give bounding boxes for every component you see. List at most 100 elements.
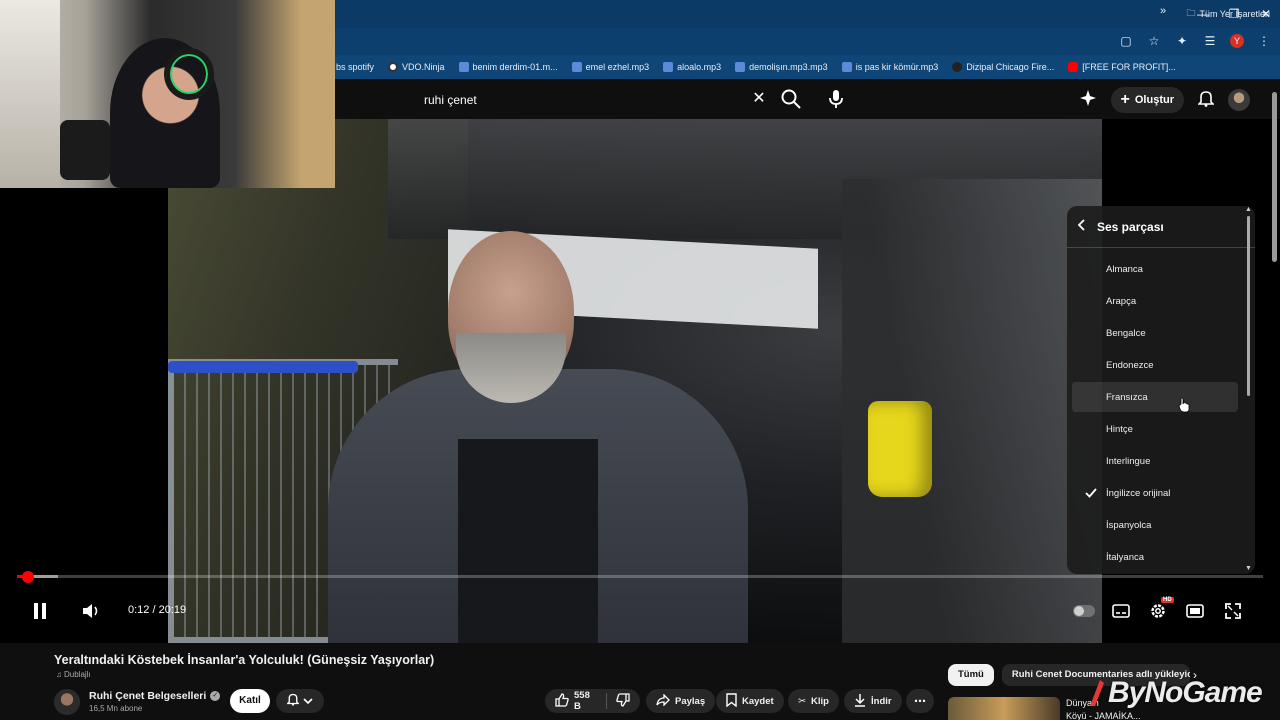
menu-scroll-up-icon[interactable]: ▲ [1245,206,1252,213]
bookmark-item[interactable]: is pas kir kömür.mp3 [841,62,938,72]
download-icon [854,693,866,710]
bookmarks-overflow-button[interactable]: » [1160,5,1166,17]
audio-track-option[interactable]: İspanyolca [1072,510,1238,540]
thumbs-down-icon [616,692,630,710]
cart-handle [168,361,358,373]
theater-mode-icon[interactable] [1182,598,1208,624]
like-button[interactable]: 558 B [555,690,597,712]
clip-button[interactable]: ✂ Klip [788,689,839,713]
hd-badge: HD [1161,597,1174,603]
menu-header[interactable]: Ses parçası [1067,206,1255,248]
dropbox-icon [735,62,746,72]
clear-search-icon[interactable]: ✕ [749,89,769,109]
man-shirt [458,439,598,643]
bynogame-logo-icon [1090,680,1104,706]
scrubber-handle[interactable] [22,571,34,583]
dislike-button[interactable] [616,692,630,710]
audio-track-option[interactable]: Endonezce [1072,350,1238,380]
share-arrow-icon [656,692,670,709]
like-dislike-group: 558 B [545,689,640,713]
extensions-icon[interactable]: ✦ [1174,33,1190,49]
chevron-down-icon [303,692,313,710]
audio-track-option[interactable]: Fransızca [1072,382,1238,412]
subtitles-icon[interactable] [1108,598,1134,624]
audio-track-option[interactable]: Bengalce [1072,318,1238,348]
download-button[interactable]: İndir [844,689,902,713]
pause-button[interactable] [27,598,53,624]
search-icon[interactable] [780,88,802,110]
window-curtain [0,0,60,188]
channel-avatar[interactable] [54,689,80,715]
speaker-people-icon: ♫ [56,670,62,679]
media-control-icon[interactable]: ☰ [1202,33,1218,49]
account-avatar[interactable] [1228,89,1250,111]
bynogame-watermark: ByNoGame [1086,676,1263,710]
channel-name[interactable]: Ruhi Çenet Belgeselleri ✓ [89,690,221,702]
back-chevron-icon[interactable] [1077,219,1087,234]
page-scrollbar[interactable] [1272,92,1277,262]
bookmark-item[interactable]: bs spotify [336,62,374,72]
audio-track-menu: Ses parçası Almanca Arapça Bengalce Endo… [1067,206,1255,574]
menu-scroll-down-icon[interactable]: ▼ [1245,565,1252,572]
dropbox-icon [841,62,852,72]
bookmark-item[interactable]: aloalo.mp3 [663,62,721,72]
browser-menu-icon[interactable]: ⋮ [1256,33,1272,49]
fullscreen-icon[interactable] [1220,598,1246,624]
yellow-barrel [868,401,932,497]
scissors-icon: ✂ [798,695,806,707]
video-title: Yeraltındaki Köstebek İnsanlar'a Yolculu… [54,653,435,667]
plus-icon: + [1120,91,1130,108]
dropbox-icon [571,62,582,72]
share-button[interactable]: Paylaş [646,689,716,713]
bookmark-star-icon[interactable]: ☆ [1146,33,1162,49]
gemini-sparkle-icon[interactable] [1079,89,1097,112]
video-frame[interactable] [168,119,1102,643]
bookmark-item[interactable]: Dizipal Chicago Fire... [952,62,1054,72]
bookmark-item[interactable]: VDO.Ninja [388,62,445,72]
thumbs-up-icon [555,692,569,710]
save-button[interactable]: Kaydet [716,689,784,713]
audio-track-option[interactable]: Arapça [1072,286,1238,316]
progress-bar[interactable] [17,575,1263,578]
autoplay-toggle[interactable] [1073,605,1095,617]
all-bookmarks-button[interactable]: 🗀 Tüm Yer İşaretleri [1186,6,1270,22]
profile-avatar[interactable]: Y [1230,34,1244,48]
bookmark-item[interactable]: [FREE FOR PROFIT]... [1068,62,1176,72]
search-input[interactable]: ruhi çenet [412,87,772,113]
time-display: 0:12 / 20:19 [128,604,187,616]
volume-icon[interactable] [78,598,104,624]
audio-track-option[interactable]: Almanca [1072,254,1238,284]
more-actions-button[interactable]: ⋯ [906,689,934,713]
checkmark-icon [1084,486,1098,500]
vdo-ninja-icon [388,62,399,72]
verified-check-icon: ✓ [210,691,221,701]
more-horizontal-icon: ⋯ [914,694,926,708]
bookmark-item[interactable]: demolişın.mp3.mp3 [735,62,828,72]
bookmark-item[interactable]: emel ezhel.mp3 [571,62,649,72]
microphone [60,120,110,180]
join-button[interactable]: Katıl [230,689,270,713]
chip-all[interactable]: Tümü [948,664,994,686]
microphone-icon[interactable] [826,88,846,110]
subscription-bell-button[interactable] [276,689,324,713]
bell-icon [286,692,300,711]
bookmark-item[interactable]: benim derdim-01.m... [458,62,558,72]
cast-icon[interactable]: ▢ [1118,33,1134,49]
audio-track-option[interactable]: Interlingue [1072,446,1238,476]
audio-track-option[interactable]: İtalyanca [1072,542,1238,572]
bookmark-icon [726,692,737,710]
mouse-cursor-icon [1178,397,1190,413]
menu-scrollbar[interactable] [1247,216,1250,396]
site-icon [952,62,963,72]
audio-track-option[interactable]: Hintçe [1072,414,1238,444]
recommended-video-thumbnail[interactable] [948,697,1060,720]
recommended-video-title-line2[interactable]: Köyü - JAMAİKA... [1066,711,1141,720]
headset-icon [164,48,214,100]
audio-track-option-selected[interactable]: İngilizce orijinal [1072,478,1238,508]
notifications-bell-icon[interactable] [1197,89,1215,112]
dubbed-badge: ♫ Dublajlı [56,670,91,679]
folder-icon: 🗀 [1186,8,1196,18]
webcam-overlay [0,0,335,188]
create-button[interactable]: + Oluştur [1110,87,1184,113]
youtube-icon [1068,62,1079,72]
